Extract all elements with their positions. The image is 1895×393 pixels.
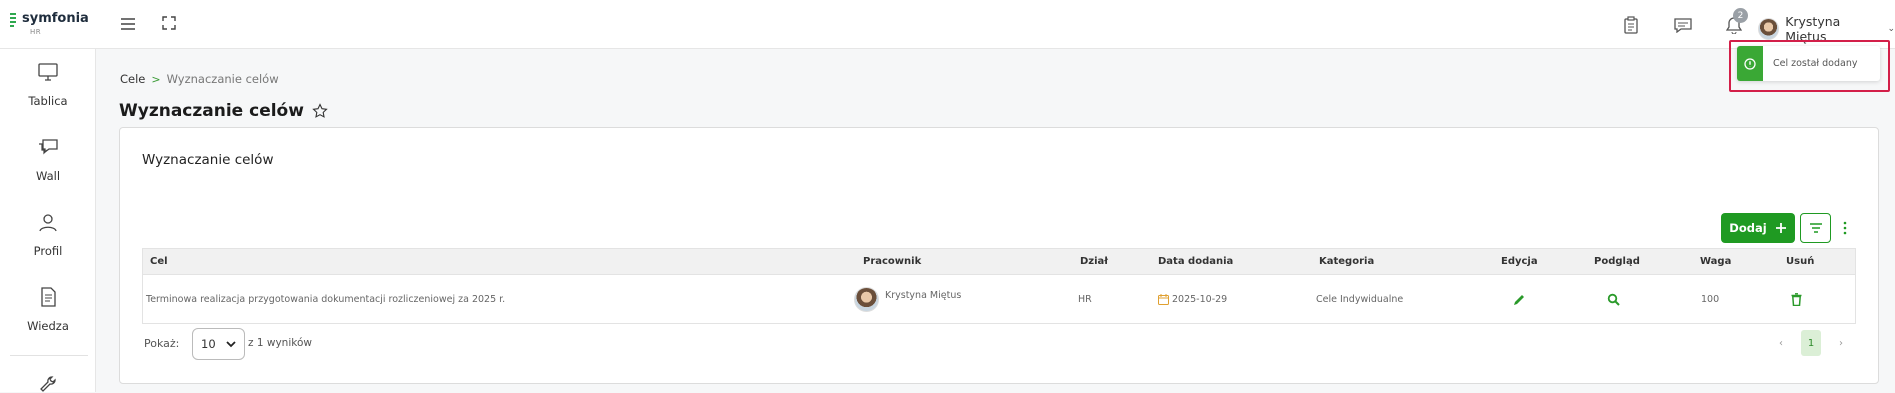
results-count: z 1 wyników — [248, 337, 312, 349]
avatar — [854, 286, 879, 312]
person-icon — [39, 214, 57, 232]
next-page-button[interactable]: › — [1834, 330, 1848, 356]
sidebar-item-wall[interactable]: Wall — [0, 137, 96, 183]
fullscreen-icon — [162, 16, 176, 30]
monitor-icon — [38, 63, 58, 81]
app-logo[interactable]: symfonia HR — [8, 11, 89, 36]
filter-button[interactable] — [1800, 213, 1831, 243]
chevron-down-icon: ⌄ — [1887, 24, 1895, 34]
sidebar-item-label: Wall — [35, 169, 61, 183]
more-options-button[interactable] — [1840, 218, 1850, 238]
tasks-button[interactable] — [1620, 14, 1642, 36]
delete-button[interactable] — [1791, 275, 1802, 323]
sidebar-item-label: Wiedza — [27, 319, 69, 333]
breadcrumb: Cele > Wyznaczanie celów — [120, 72, 279, 86]
column-header-waga[interactable]: Waga — [1700, 249, 1731, 274]
sidebar-item-profil[interactable]: Profil — [0, 212, 96, 258]
wrench-icon — [40, 376, 56, 392]
fullscreen-button[interactable] — [160, 14, 178, 32]
cell-cel: Terminowa realizacja przygotowania dokum… — [146, 293, 506, 305]
cell-waga: 100 — [1701, 293, 1720, 305]
chat-bubbles-icon — [39, 139, 58, 155]
sidebar-item-label: Tablica — [28, 94, 68, 108]
goals-table: Cel Pracownik Dział Data dodania Kategor… — [142, 248, 1856, 324]
document-icon — [41, 287, 56, 307]
page-title-text: Wyznaczanie celów — [119, 101, 304, 121]
employee-name: Krystyna Miętus — [885, 289, 962, 301]
toast-status-bar — [1737, 46, 1763, 81]
preview-button[interactable] — [1607, 275, 1620, 323]
notification-badge: 2 — [1733, 8, 1748, 23]
column-header-data-dodania[interactable]: Data dodania — [1158, 249, 1233, 274]
card-title: Wyznaczanie celów — [142, 152, 274, 168]
add-button-label: Dodaj — [1729, 221, 1767, 235]
app-name: symfonia — [22, 11, 89, 26]
info-icon — [1744, 57, 1756, 70]
breadcrumb-current: Wyznaczanie celów — [166, 72, 279, 86]
avatar — [1758, 18, 1780, 40]
menu-toggle-button[interactable] — [118, 14, 138, 34]
calendar-icon — [1158, 293, 1169, 305]
filter-icon — [1809, 223, 1822, 233]
page-title: Wyznaczanie celów — [119, 101, 328, 121]
column-header-podglad: Podgląd — [1594, 256, 1640, 267]
cell-kategoria: Cele Indywidualne — [1316, 293, 1404, 305]
column-header-dzial[interactable]: Dział — [1080, 249, 1108, 274]
column-header-kategoria[interactable]: Kategoria — [1319, 249, 1374, 274]
cell-pracownik: Krystyna Miętus — [854, 275, 961, 323]
table-row[interactable]: Terminowa realizacja przygotowania dokum… — [143, 274, 1855, 323]
success-toast[interactable]: Cel został dodany — [1737, 46, 1880, 81]
breadcrumb-separator: > — [151, 72, 161, 86]
previous-page-button[interactable]: ‹ — [1774, 330, 1788, 356]
sidebar-item-label: Profil — [33, 244, 63, 258]
goals-card: Wyznaczanie celów Dodaj Cel Pracownik Dz… — [119, 127, 1879, 384]
star-icon[interactable] — [312, 103, 328, 119]
hamburger-icon — [121, 18, 135, 30]
more-vertical-icon — [1843, 221, 1847, 235]
messages-button[interactable] — [1672, 14, 1694, 36]
chat-icon — [1674, 18, 1692, 33]
magnifier-icon — [1607, 293, 1620, 306]
plus-icon — [1775, 223, 1786, 233]
toast-message: Cel został dodany — [1773, 58, 1858, 69]
page-number-button[interactable]: 1 — [1801, 330, 1821, 356]
trash-icon — [1791, 292, 1802, 306]
sidebar-divider — [10, 355, 88, 356]
chevron-down-icon — [226, 340, 236, 347]
sidebar-item-wiedza[interactable]: Wiedza — [0, 287, 96, 333]
sidebar-item-settings[interactable] — [0, 375, 96, 393]
column-header-cel[interactable]: Cel — [150, 249, 168, 274]
column-header-edycja: Edycja — [1501, 256, 1538, 267]
cell-dzial: HR — [1078, 293, 1092, 305]
page-size-label: Pokaż: — [144, 337, 180, 350]
pencil-icon — [1514, 294, 1524, 305]
date-value: 2025-10-29 — [1172, 293, 1228, 305]
top-bar: symfonia HR 2 Krystyna Miętus ⌄ — [0, 0, 1895, 49]
breadcrumb-root[interactable]: Cele — [120, 72, 145, 86]
page-size-select[interactable]: 10 — [192, 328, 245, 360]
sidebar-item-tablica[interactable]: Tablica — [0, 62, 96, 108]
edit-button[interactable] — [1513, 275, 1526, 323]
clipboard-icon — [1624, 16, 1638, 34]
cell-data-dodania: 2025-10-29 — [1158, 275, 1227, 323]
table-header: Cel Pracownik Dział Data dodania Kategor… — [143, 249, 1855, 274]
logo-mark-icon — [10, 13, 16, 27]
column-header-usun: Usuń — [1786, 256, 1815, 267]
app-subtitle: HR — [30, 28, 42, 36]
page-size-value: 10 — [201, 337, 216, 351]
add-button[interactable]: Dodaj — [1721, 213, 1795, 243]
column-header-pracownik[interactable]: Pracownik — [863, 249, 921, 274]
sidebar: Tablica Wall Profil Wiedza — [0, 49, 96, 392]
